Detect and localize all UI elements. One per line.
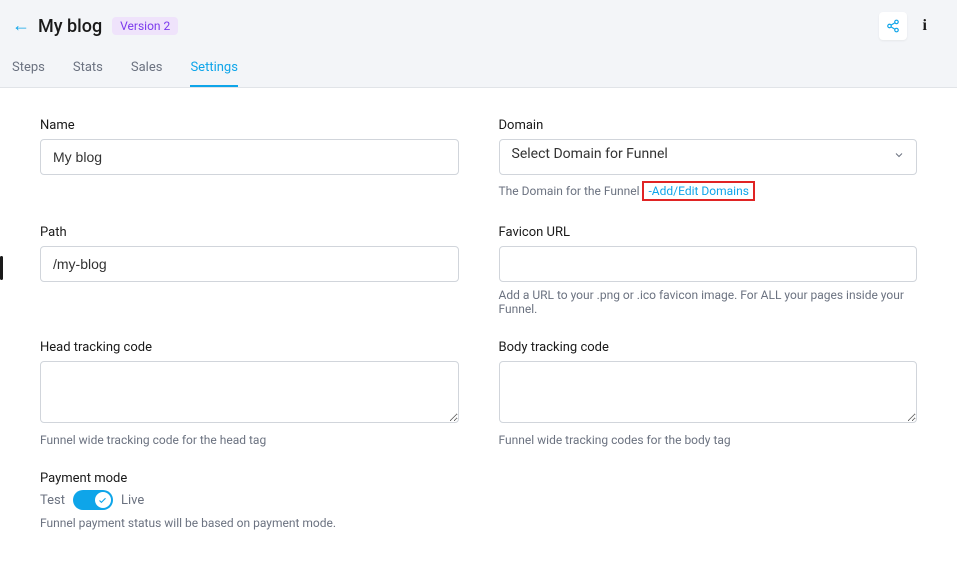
favicon-field-group: Favicon URL Add a URL to your .png or .i…: [499, 225, 918, 316]
head-tracking-textarea[interactable]: [40, 361, 459, 423]
domain-link-highlight: -Add/Edit Domains: [642, 181, 754, 201]
payment-mode-help: Funnel payment status will be based on p…: [40, 516, 459, 530]
path-input[interactable]: [40, 246, 459, 282]
tab-steps[interactable]: Steps: [12, 54, 45, 87]
favicon-input[interactable]: [499, 246, 918, 282]
head-tracking-group: Head tracking code Funnel wide tracking …: [40, 340, 459, 447]
domain-field-group: Domain Select Domain for Funnel The Doma…: [499, 118, 918, 201]
domain-label: Domain: [499, 118, 918, 133]
add-edit-domains-link[interactable]: -Add/Edit Domains: [648, 184, 748, 198]
name-input[interactable]: [40, 139, 459, 175]
payment-live-label: Live: [121, 493, 144, 508]
payment-test-label: Test: [40, 493, 65, 508]
toggle-knob: [95, 492, 111, 508]
tab-sales[interactable]: Sales: [131, 54, 163, 87]
domain-help: The Domain for the Funnel -Add/Edit Doma…: [499, 181, 918, 201]
check-icon: [98, 496, 107, 505]
left-accent-marker: [0, 256, 3, 280]
page-title: My blog: [38, 16, 102, 37]
body-tracking-help: Funnel wide tracking codes for the body …: [499, 433, 918, 447]
name-label: Name: [40, 118, 459, 133]
payment-mode-label: Payment mode: [40, 471, 459, 486]
back-arrow-icon[interactable]: ←: [12, 17, 30, 35]
path-label: Path: [40, 225, 459, 240]
share-icon: [886, 19, 900, 33]
head-tracking-label: Head tracking code: [40, 340, 459, 355]
body-tracking-label: Body tracking code: [499, 340, 918, 355]
body-tracking-group: Body tracking code Funnel wide tracking …: [499, 340, 918, 447]
name-field-group: Name: [40, 118, 459, 201]
version-badge: Version 2: [112, 17, 178, 35]
tab-settings[interactable]: Settings: [190, 54, 237, 87]
favicon-help: Add a URL to your .png or .ico favicon i…: [499, 288, 918, 316]
domain-select[interactable]: Select Domain for Funnel: [499, 139, 918, 175]
domain-help-prefix: The Domain for the Funnel: [499, 184, 640, 198]
share-button[interactable]: [879, 12, 907, 40]
info-icon[interactable]: i: [923, 17, 927, 35]
tab-stats[interactable]: Stats: [73, 54, 103, 87]
favicon-label: Favicon URL: [499, 225, 918, 240]
head-tracking-help: Funnel wide tracking code for the head t…: [40, 433, 459, 447]
path-field-group: Path: [40, 225, 459, 316]
payment-mode-toggle[interactable]: [73, 490, 113, 510]
payment-mode-group: Payment mode Test Live Funnel payment st…: [40, 471, 459, 530]
body-tracking-textarea[interactable]: [499, 361, 918, 423]
